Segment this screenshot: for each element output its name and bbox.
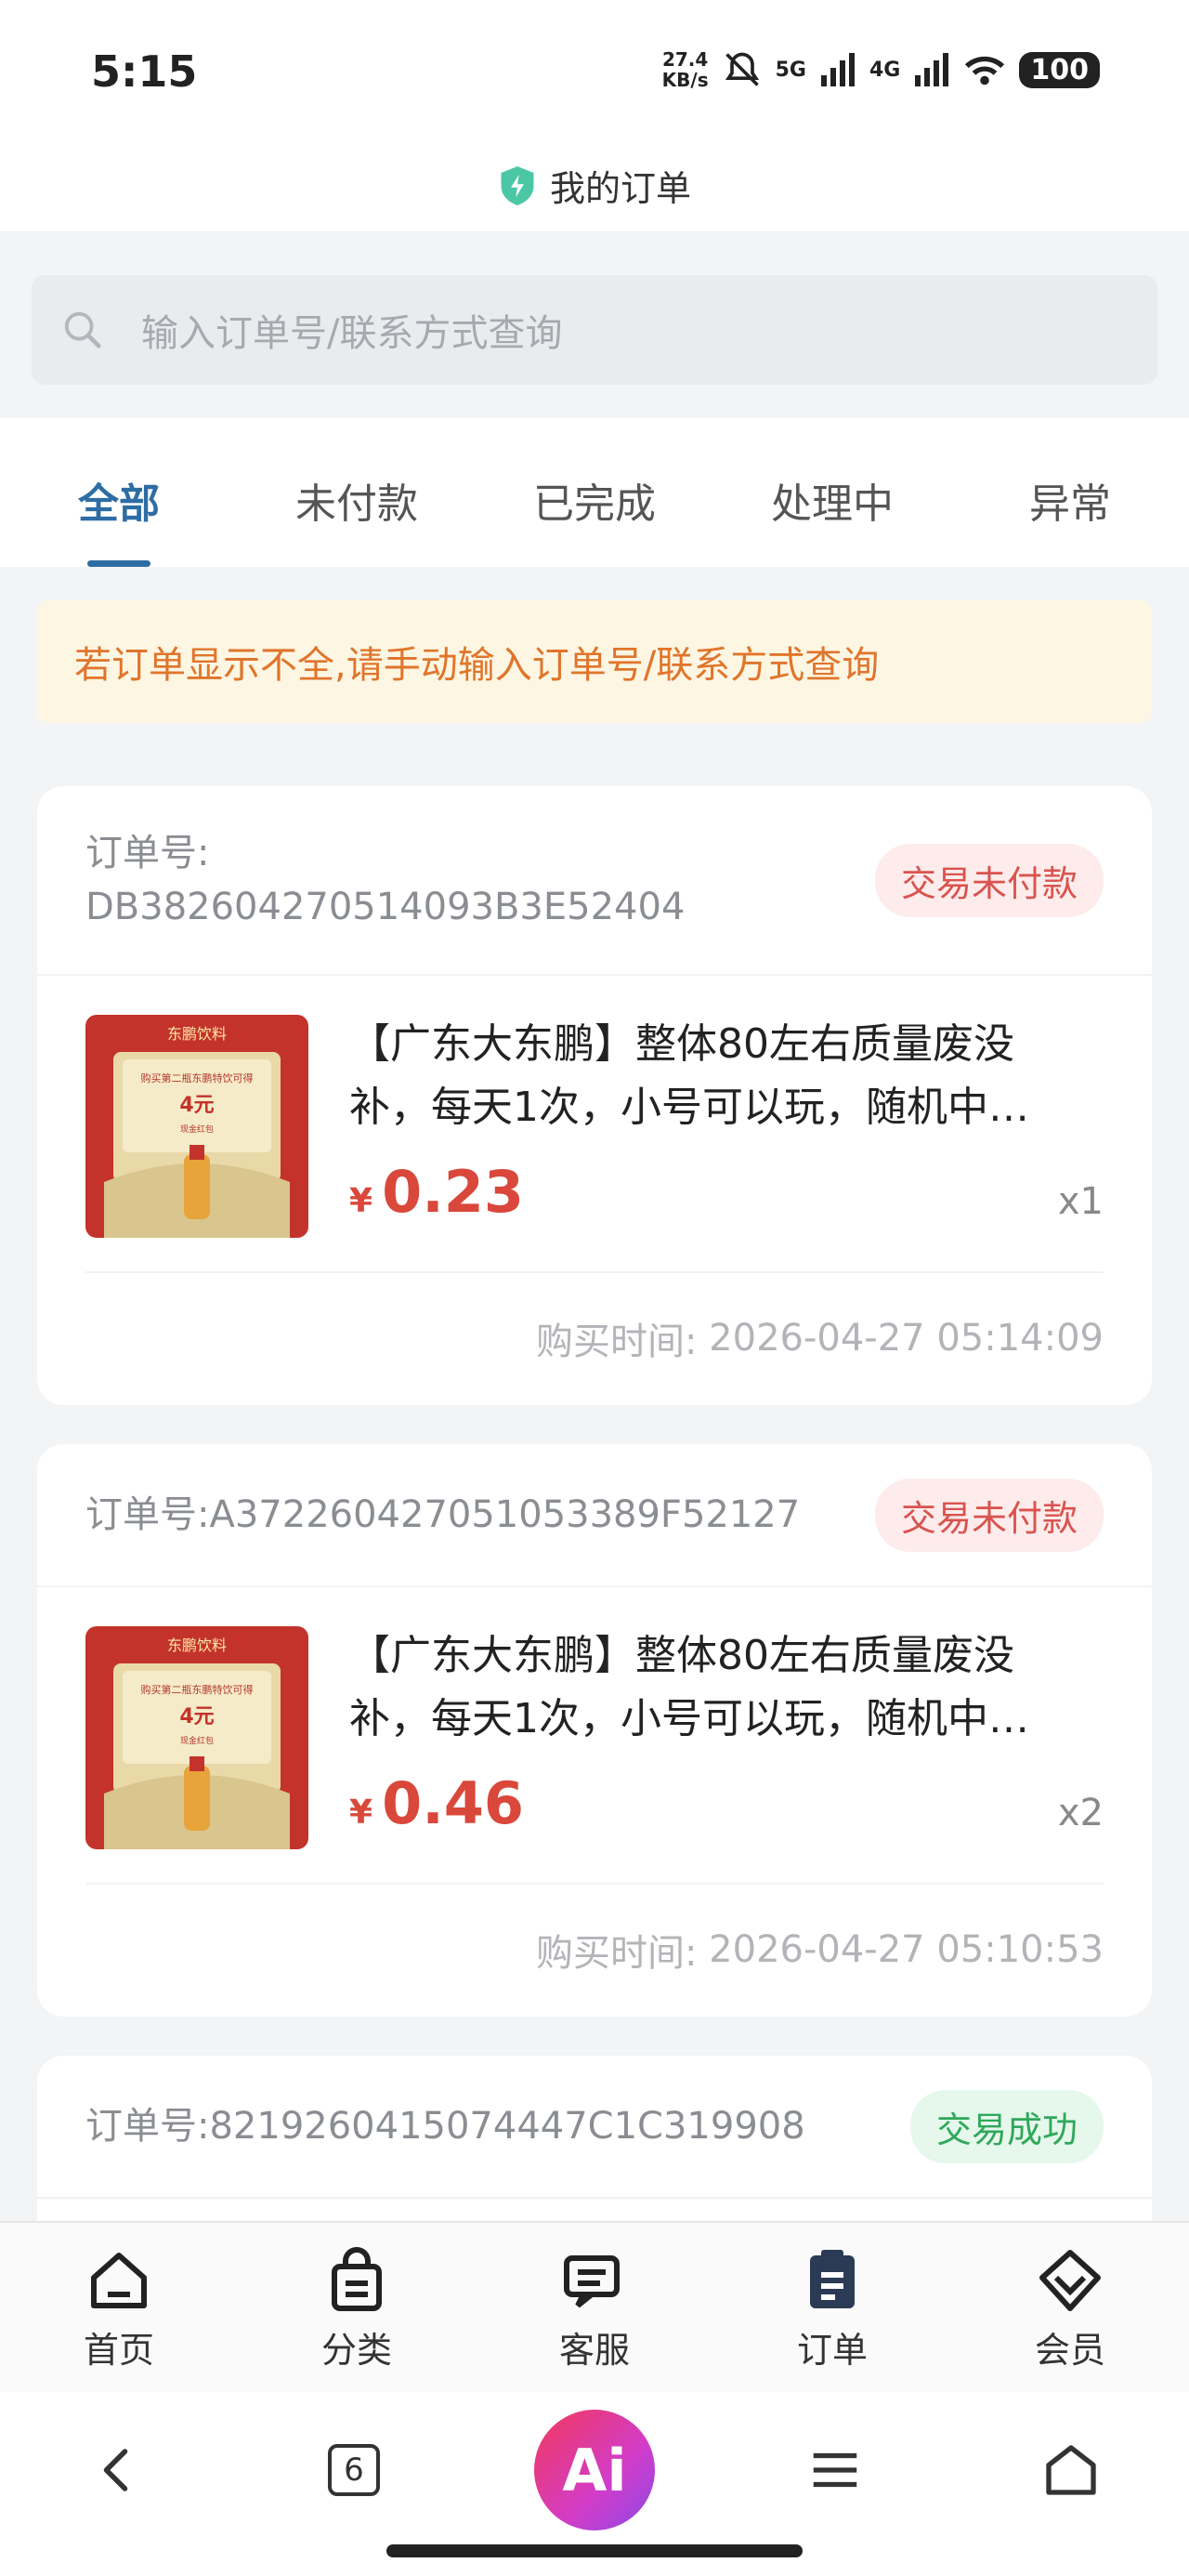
nav-member[interactable]: 会员 [951,2223,1189,2392]
wifi-icon [965,56,1005,85]
order-tabs: 全部 未付款 已完成 处理中 异常 [0,418,1189,567]
nav-orders[interactable]: 订单 [713,2223,951,2392]
tab-abnormal[interactable]: 异常 [951,418,1189,567]
home-button[interactable] [1015,2414,1127,2526]
bottom-nav: 首页 分类 客服 订单 会员 [0,2221,1189,2392]
search-placeholder: 输入订单号/联系方式查询 [141,312,563,355]
order-card[interactable]: 订单号: DB382604270514093B3E52404 交易未付款 东鹏饮… [37,786,1152,1405]
thumb-amount: 4元 [179,1094,214,1117]
signal-icon [821,53,855,86]
nav-home[interactable]: 首页 [0,2223,238,2392]
status-indicators: 27.4 KB/s 5G 4G 100 [662,46,1100,93]
diamond-icon [1039,2250,1101,2311]
product-quantity: x2 [1057,1792,1104,1834]
product-quantity: x1 [1057,1180,1104,1223]
thumb-brand: 东鹏饮料 [167,1636,227,1654]
search-icon [64,311,101,348]
net-4g-label: 4G [869,58,901,82]
purchase-time: 购买时间: 2026-04-27 05:14:09 [535,1317,1104,1363]
battery-indicator: 100 [1019,51,1100,88]
product-title[interactable]: 【广东大东鹏】整体80左右质量废没补，每天1次，小号可以玩，随机中… [349,1624,1083,1751]
order-product[interactable]: 东鹏饮料 购买第二瓶东鹏特饮可得 4元 现金红包 【广东大东鹏】整体80左右质量… [85,976,1104,1273]
order-header: 订单号: DB382604270514093B3E52404 交易未付款 [37,786,1152,976]
order-number: 订单号: DB382604270514093B3E52404 [85,832,686,928]
thumb-amount: 4元 [179,1705,214,1728]
bag-icon [332,2247,382,2311]
network-speed: 27.4 KB/s [661,48,709,91]
menu-button[interactable] [779,2414,891,2526]
product-thumbnail: 东鹏饮料 购买第二瓶东鹏特饮可得 4元 现金红包 [85,1626,308,1849]
product-thumbnail: 东鹏饮料 购买第二瓶东鹏特饮可得 4元 现金红包 [85,1015,308,1238]
product-price: ¥0.46 [349,1769,525,1837]
home-indicator [386,2544,803,2557]
search-input[interactable]: 输入订单号/联系方式查询 [32,275,1157,385]
purchase-time: 购买时间: 2026-04-27 05:10:53 [535,1928,1104,1975]
status-badge: 交易未付款 [874,843,1104,917]
notice-banner: 若订单显示不全,请手动输入订单号/联系方式查询 [37,600,1152,723]
mute-bell-icon [725,52,759,86]
thumb-sub: 现金红包 [180,1124,214,1135]
status-badge: 交易成功 [909,2089,1104,2163]
tab-unpaid[interactable]: 未付款 [238,418,476,567]
ai-button[interactable]: Ai [534,2410,655,2530]
product-price: ¥0.23 [349,1158,525,1226]
thumb-line: 购买第二瓶东鹏特饮可得 [141,1683,254,1696]
tab-all[interactable]: 全部 [0,418,238,567]
order-number: 订单号:8219260415074447C1C319908 [85,2105,805,2148]
shield-bolt-icon [501,165,534,205]
thumb-sub: 现金红包 [180,1735,214,1746]
status-bar: 5:15 27.4 KB/s 5G 4G 100 [0,0,1189,139]
page-title: 我的订单 [549,168,691,209]
order-number: 订单号:A372260427051053389F52127 [85,1493,801,1536]
search-area: 输入订单号/联系方式查询 [0,232,1189,418]
menu-icon [813,2452,857,2488]
chat-icon [564,2255,620,2308]
nav-category[interactable]: 分类 [238,2223,476,2392]
chevron-left-icon [103,2449,128,2491]
home-icon [91,2253,147,2308]
tabs-button[interactable]: 6 [298,2414,410,2526]
status-time: 5:15 [91,46,198,97]
tab-processing[interactable]: 处理中 [713,418,951,567]
thumb-line: 购买第二瓶东鹏特饮可得 [141,1071,254,1084]
signal-icon [915,53,949,86]
thumb-brand: 东鹏饮料 [167,1025,227,1043]
status-badge: 交易未付款 [874,1478,1104,1552]
net-5g-label: 5G [775,58,806,82]
title-bar: 我的订单 [0,139,1189,232]
nav-service[interactable]: 客服 [476,2223,713,2392]
order-product[interactable]: 东鹏饮料 购买第二瓶东鹏特饮可得 4元 现金红包 【广东大东鹏】整体80左右质量… [85,1587,1104,1885]
product-title[interactable]: 【广东大东鹏】整体80左右质量废没补，每天1次，小号可以玩，随机中… [349,1013,1083,1139]
order-header: 订单号:A372260427051053389F52127 交易未付款 [37,1444,1152,1587]
tab-completed[interactable]: 已完成 [476,418,713,567]
order-card[interactable]: 订单号:A372260427051053389F52127 交易未付款 东鹏饮料… [37,1444,1152,2017]
order-header: 订单号:8219260415074447C1C319908 交易成功 [37,2056,1152,2199]
back-button[interactable] [62,2414,174,2526]
tab-count: 6 [328,2444,380,2496]
home-outline-icon [1046,2445,1096,2495]
clipboard-icon [810,2250,855,2308]
